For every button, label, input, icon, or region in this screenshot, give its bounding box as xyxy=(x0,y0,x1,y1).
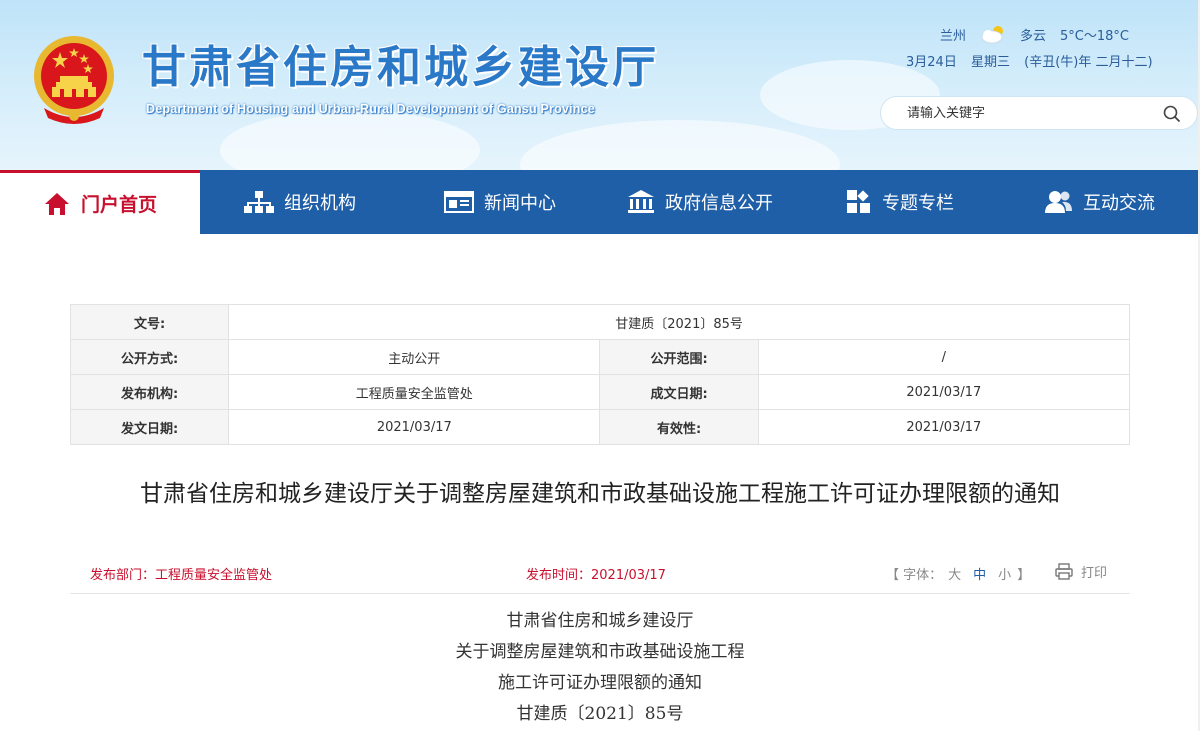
font-size-large[interactable]: 大 xyxy=(948,568,961,583)
table-label: 文号: xyxy=(69,304,230,340)
site-title: 甘肃省住房和城乡建设厅 xyxy=(142,42,659,93)
search-box xyxy=(880,96,1198,130)
table-row: 公开方式: 主动公开 公开范围: / xyxy=(69,339,1131,375)
nav-item-label: 专题专栏 xyxy=(882,193,954,214)
table-row: 发布机构: 工程质量安全监管处 成文日期: 2021/03/17 xyxy=(69,374,1131,410)
weather-city: 兰州 xyxy=(940,28,967,44)
government-building-icon xyxy=(628,190,654,213)
font-size-control: 【 字体： 大中小】 xyxy=(886,564,1030,583)
nav-item-label: 新闻中心 xyxy=(484,193,556,214)
main-nav: 门户首页 组织机构 新闻中心 政府信息公开 专题专栏 互动交流 xyxy=(0,170,1200,234)
table-label: 公开范围: xyxy=(599,339,759,375)
print-label: 打印 xyxy=(1081,566,1108,581)
written-date: 2021/03/17 xyxy=(757,374,1131,410)
date-line: 3月24日 星期三 (辛丑(牛)年 二月十二) xyxy=(906,51,1163,70)
table-label: 发文日期: xyxy=(69,409,230,445)
table-label: 发布机构: xyxy=(69,374,230,410)
org-chart-icon xyxy=(244,191,274,213)
weather-widget: 兰州 多云 5°C～18°C xyxy=(940,24,1129,44)
font-size-bracket-end: 】 xyxy=(1017,568,1031,583)
font-size-medium[interactable]: 中 xyxy=(973,568,986,583)
publishing-department: 发布部门：工程质量安全监管处 xyxy=(90,568,273,583)
table-label: 成文日期: xyxy=(599,374,759,410)
body-line: 关于调整房屋建筑和市政基础设施工程 xyxy=(455,642,745,662)
publish-time: 发布时间：2021/03/17 xyxy=(526,568,666,583)
nav-item-news[interactable]: 新闻中心 xyxy=(400,170,600,234)
article-meta: 发布部门：工程质量安全监管处 发布时间：2021/03/17 【 字体： 大中小】… xyxy=(90,562,1120,584)
nav-item-label: 组织机构 xyxy=(284,193,356,214)
nav-item-interaction[interactable]: 互动交流 xyxy=(1000,170,1200,234)
article-body: 甘肃省住房和城乡建设厅 关于调整房屋建筑和市政基础设施工程 施工许可证办理限额的… xyxy=(70,606,1130,730)
date-day: 3月24日 xyxy=(906,55,957,70)
nav-item-organization[interactable]: 组织机构 xyxy=(200,170,400,234)
date-weekday: 星期三 xyxy=(970,55,1010,70)
users-icon xyxy=(1045,191,1072,213)
print-button[interactable]: 打印 xyxy=(1055,562,1107,581)
document-number: 甘建质〔2021〕85号 xyxy=(228,304,1130,340)
topics-grid-icon xyxy=(847,190,870,213)
weather-condition: 多云 xyxy=(1020,28,1047,44)
table-label: 有效性: xyxy=(599,409,759,445)
printer-icon xyxy=(1055,563,1073,580)
date-lunar: (辛丑(牛)年 二月十二) xyxy=(1024,55,1153,70)
publishing-org: 工程质量安全监管处 xyxy=(228,374,601,410)
table-label: 公开方式: xyxy=(69,339,230,375)
table-row: 文号: 甘建质〔2021〕85号 xyxy=(69,304,1130,340)
header-banner: 甘肃省住房和城乡建设厅 Department of Housing and Ur… xyxy=(0,0,1200,170)
nav-item-label: 门户首页 xyxy=(80,194,157,216)
body-line: 施工许可证办理限额的通知 xyxy=(498,673,702,693)
cloudy-weather-icon xyxy=(981,26,1004,44)
nav-item-home[interactable]: 门户首页 xyxy=(0,170,200,234)
national-emblem-icon[interactable] xyxy=(30,30,118,128)
nav-item-gov-info[interactable]: 政府信息公开 xyxy=(600,170,800,234)
font-size-small[interactable]: 小 xyxy=(998,568,1011,583)
nav-item-label: 政府信息公开 xyxy=(665,193,773,214)
table-row: 发文日期: 2021/03/17 有效性: 2021/03/17 xyxy=(69,409,1131,445)
search-icon[interactable] xyxy=(1163,105,1181,123)
article-title: 甘肃省住房和城乡建设厅关于调整房屋建筑和市政基础设施工程施工许可证办理限额的通知 xyxy=(140,481,1060,507)
validity: 2021/03/17 xyxy=(757,409,1131,445)
banner-cloud xyxy=(520,120,840,170)
divider xyxy=(70,593,1130,594)
body-line: 甘建质〔2021〕85号 xyxy=(516,704,684,724)
nav-item-label: 互动交流 xyxy=(1083,193,1155,214)
disclosure-method: 主动公开 xyxy=(228,339,601,375)
document-info-table: 文号: 甘建质〔2021〕85号 公开方式: 主动公开 公开范围: / 发布机构… xyxy=(69,304,1131,445)
font-size-label: 【 字体： xyxy=(886,568,943,583)
nav-item-topics[interactable]: 专题专栏 xyxy=(800,170,1000,234)
news-icon xyxy=(444,191,474,213)
home-icon xyxy=(44,192,69,215)
disclosure-scope: / xyxy=(757,339,1131,375)
search-input[interactable] xyxy=(907,105,1147,121)
banner-cloud xyxy=(220,110,480,170)
site-subtitle: Department of Housing and Urban-Rural De… xyxy=(146,102,595,116)
weather-temperature: 5°C～18°C xyxy=(1060,28,1129,44)
body-line: 甘肃省住房和城乡建设厅 xyxy=(506,611,694,631)
issued-date: 2021/03/17 xyxy=(228,409,601,445)
